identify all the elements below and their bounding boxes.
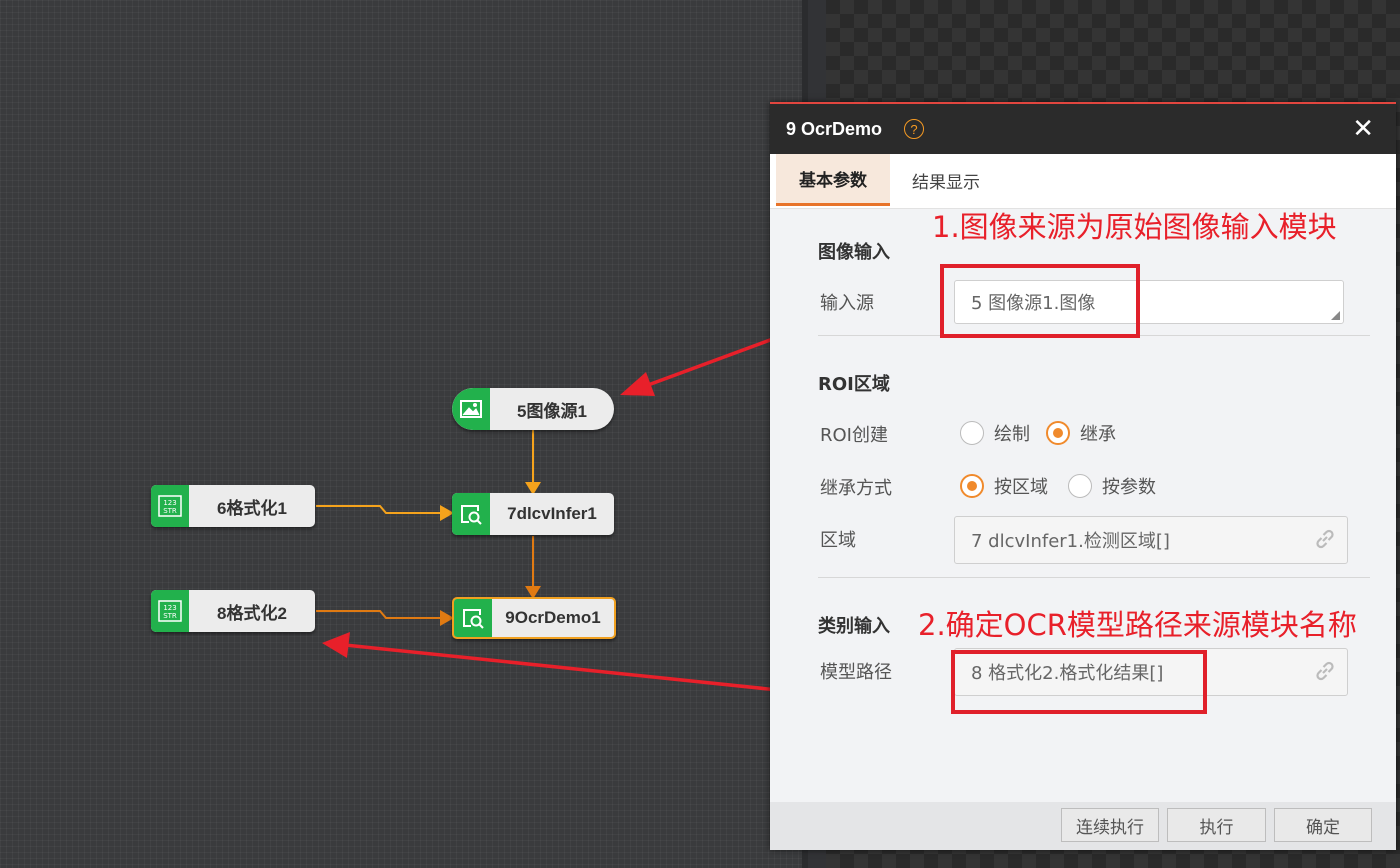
inherit-mode-label: 继承方式 <box>820 478 892 499</box>
edge-format1-to-infer <box>316 505 454 521</box>
radio-draw-indicator <box>960 421 984 445</box>
search-module-icon <box>454 599 492 637</box>
node-label: 7dlcvInfer1 <box>507 504 597 523</box>
help-icon[interactable]: ? <box>904 119 925 139</box>
radio-by-region-indicator <box>960 474 984 498</box>
str-format-icon: 123 STR <box>151 485 189 527</box>
annotation-note-2: 2.确定OCR模型路径来源模块名称 <box>918 608 1357 642</box>
node-label: 6格式化1 <box>217 498 287 518</box>
edge-source-to-infer <box>525 430 541 495</box>
svg-text:123: 123 <box>163 499 176 507</box>
annotation-box-2 <box>951 650 1207 714</box>
str-format-icon: 123 STR <box>151 590 189 632</box>
node-dlcv-infer[interactable]: 7dlcvInfer1 <box>452 493 614 535</box>
radio-inherit[interactable]: 继承 <box>1046 420 1116 446</box>
search-module-icon <box>452 493 490 535</box>
radio-inherit-indicator <box>1046 421 1070 445</box>
radio-by-param[interactable]: 按参数 <box>1068 473 1156 499</box>
section-image-input: 图像输入 <box>818 242 890 263</box>
region-value: 7 dlcvInfer1.检测区域[] <box>971 531 1170 552</box>
continuous-run-button[interactable]: 连续执行 <box>1061 808 1159 842</box>
edge-format2-to-ocr <box>316 610 454 626</box>
edge-infer-to-ocr <box>525 536 541 599</box>
image-icon <box>452 388 490 430</box>
link-icon[interactable] <box>1313 659 1337 683</box>
radio-draw[interactable]: 绘制 <box>960 420 1030 446</box>
node-format-2[interactable]: 123 STR 8格式化2 <box>151 590 315 632</box>
node-label: 5图像源1 <box>517 401 587 421</box>
radio-by-param-indicator <box>1068 474 1092 498</box>
node-label: 8格式化2 <box>217 603 287 623</box>
link-icon[interactable] <box>1313 527 1337 551</box>
node-image-source[interactable]: 5图像源1 <box>452 388 614 430</box>
radio-by-region[interactable]: 按区域 <box>960 473 1048 499</box>
node-format-1[interactable]: 123 STR 6格式化1 <box>151 485 315 527</box>
input-source-label: 输入源 <box>820 293 874 314</box>
node-ocr-demo[interactable]: 9OcrDemo1 <box>452 597 616 639</box>
dropdown-grip-icon <box>1331 311 1340 320</box>
close-icon[interactable]: ✕ <box>1352 114 1374 144</box>
annotation-note-1: 1.图像来源为原始图像输入模块 <box>932 210 1337 244</box>
annotation-box-1 <box>940 264 1140 338</box>
dialog-title: 9 OcrDemo <box>786 118 883 139</box>
region-label: 区域 <box>820 530 856 551</box>
radio-by-param-label: 按参数 <box>1102 477 1156 498</box>
region-field[interactable]: 7 dlcvInfer1.检测区域[] <box>954 516 1348 564</box>
model-path-label: 模型路径 <box>820 662 892 683</box>
dialog-tabs: 基本参数 结果显示 <box>770 154 1396 209</box>
dialog-title-bar[interactable]: 9 OcrDemo ? ✕ <box>770 102 1396 154</box>
radio-draw-label: 绘制 <box>994 424 1030 445</box>
svg-text:STR: STR <box>163 612 177 620</box>
tab-basic-params[interactable]: 基本参数 <box>776 154 890 206</box>
divider <box>818 577 1370 578</box>
radio-inherit-label: 继承 <box>1080 424 1116 445</box>
radio-by-region-label: 按区域 <box>994 477 1048 498</box>
dialog-footer: 连续执行 执行 确定 <box>770 802 1396 850</box>
svg-text:STR: STR <box>163 507 177 515</box>
node-label: 9OcrDemo1 <box>505 608 601 627</box>
run-button[interactable]: 执行 <box>1167 808 1266 842</box>
ok-button[interactable]: 确定 <box>1274 808 1372 842</box>
roi-create-label: ROI创建 <box>820 425 888 446</box>
section-category-input: 类别输入 <box>818 616 890 637</box>
tab-result-display[interactable]: 结果显示 <box>890 154 1002 206</box>
section-roi: ROI区域 <box>818 374 890 395</box>
svg-text:123: 123 <box>163 604 176 612</box>
